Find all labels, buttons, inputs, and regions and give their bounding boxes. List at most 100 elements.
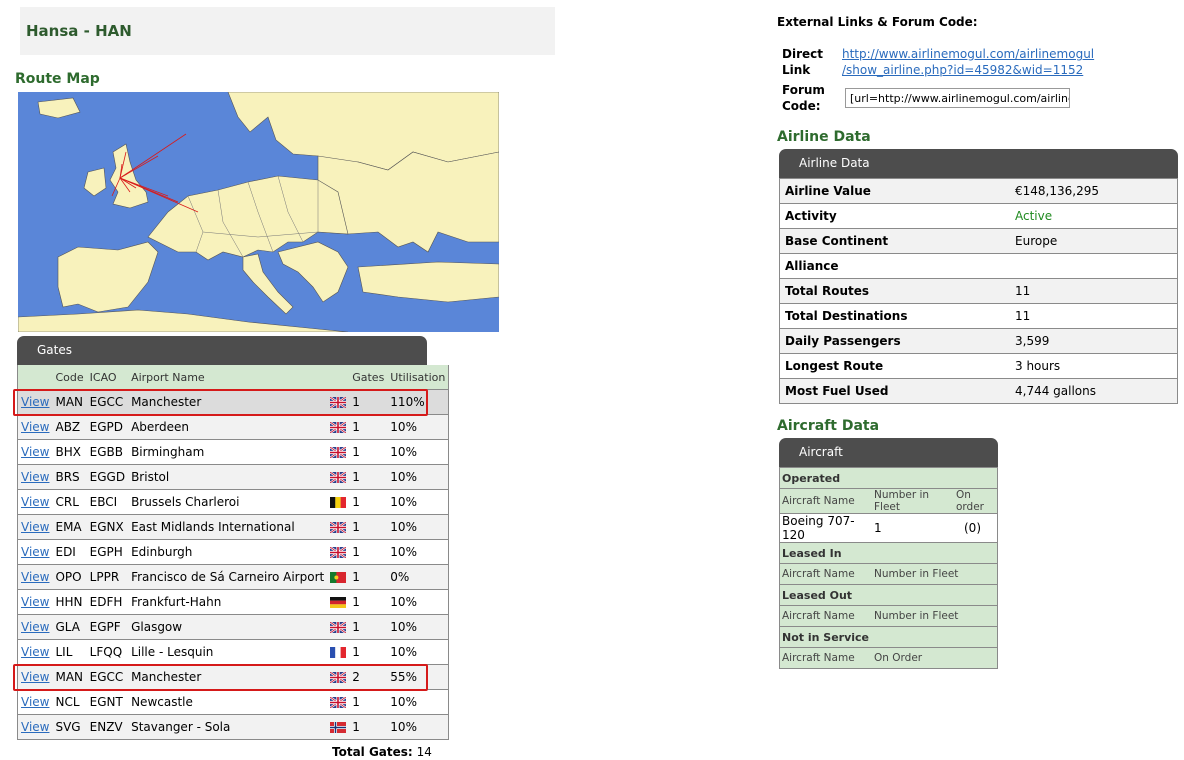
- leased-out-label: Leased Out: [779, 584, 998, 606]
- view-link[interactable]: View: [21, 620, 49, 634]
- gate-code: OPO: [52, 564, 87, 590]
- gate-flag-cell: [327, 689, 350, 715]
- gate-icao: EGBB: [86, 439, 129, 465]
- view-link[interactable]: View: [21, 445, 49, 459]
- gate-view-cell[interactable]: View: [17, 514, 53, 540]
- leased-in-label: Leased In: [779, 542, 998, 564]
- airline-data-table: Airline Value €148,136,295 Activity Active B…: [779, 178, 1178, 404]
- view-link[interactable]: View: [21, 470, 49, 484]
- airline-data-heading: Airline Data: [777, 129, 871, 145]
- forum-code-label-line1: Forum: [782, 83, 825, 97]
- view-link[interactable]: View: [21, 645, 49, 659]
- gate-icao: EGGD: [86, 464, 129, 490]
- direct-link-url-line1[interactable]: http://www.airlinemogul.com/airlinemogul: [842, 47, 1094, 61]
- airline-data-label: Alliance: [779, 253, 1010, 279]
- gate-code: BHX: [52, 439, 87, 465]
- gate-view-cell[interactable]: View: [17, 589, 53, 615]
- gate-view-cell[interactable]: View: [17, 414, 53, 440]
- gate-utilisation: 10%: [387, 539, 449, 565]
- gate-view-cell[interactable]: View: [17, 489, 53, 515]
- gate-count: 1: [349, 639, 388, 665]
- gate-icao: LFQQ: [86, 639, 129, 665]
- gate-airport-name: Lille - Lesquin: [128, 639, 328, 665]
- view-link[interactable]: View: [21, 720, 49, 734]
- gate-view-cell[interactable]: View: [17, 714, 53, 740]
- operated-columns: Aircraft Name Number in Fleet On order: [779, 488, 998, 514]
- gate-row: View EDI EGPH Edinburgh 1 10%: [17, 539, 449, 565]
- airline-data-panel: Airline Data Airline Value €148,136,295 Ac…: [779, 149, 1178, 404]
- airline-data-value: 11: [1010, 278, 1178, 304]
- airline-data-value: [1010, 253, 1178, 279]
- gate-airport-name: East Midlands International: [128, 514, 328, 540]
- gate-utilisation: 10%: [387, 464, 449, 490]
- gate-view-cell[interactable]: View: [17, 564, 53, 590]
- view-link[interactable]: View: [21, 520, 49, 534]
- gate-flag-cell: [327, 414, 350, 440]
- gate-view-cell[interactable]: View: [17, 689, 53, 715]
- view-link[interactable]: View: [21, 570, 49, 584]
- direct-link[interactable]: http://www.airlinemogul.com/airlinemogul…: [842, 46, 1094, 78]
- forum-code-field[interactable]: [url=http://www.airlinemogul.com/airline…: [845, 88, 1070, 108]
- gate-count: 1: [349, 514, 388, 540]
- airline-data-row: Total Routes 11: [779, 278, 1178, 304]
- page-title: Hansa - HAN: [26, 22, 132, 40]
- gate-view-cell[interactable]: View: [17, 464, 53, 490]
- gate-view-cell[interactable]: View: [17, 639, 53, 665]
- uk-flag-icon: [329, 546, 347, 559]
- highlight-box-row-12: [13, 664, 428, 691]
- gate-airport-name: Brussels Charleroi: [128, 489, 328, 515]
- aircraft-panel-header: Aircraft: [779, 438, 998, 467]
- airline-data-row: Activity Active: [779, 203, 1178, 229]
- col-flag: [327, 365, 350, 390]
- gate-row: View BHX EGBB Birmingham 1 10%: [17, 439, 449, 465]
- airline-data-row: Most Fuel Used 4,744 gallons: [779, 378, 1178, 404]
- li-col-fleet: Number in Fleet: [872, 563, 998, 585]
- gate-code: NCL: [52, 689, 87, 715]
- route-map: [18, 92, 499, 332]
- gate-row: View SVG ENZV Stavanger - Sola 1 10%: [17, 714, 449, 740]
- airline-data-value: 4,744 gallons: [1010, 378, 1178, 404]
- gate-count: 1: [349, 564, 388, 590]
- gate-airport-name: Stavanger - Sola: [128, 714, 328, 740]
- direct-link-url-line2[interactable]: /show_airline.php?id=45982&wid=1152: [842, 63, 1083, 77]
- nis-col-order: On Order: [872, 647, 998, 669]
- gate-airport-name: Francisco de Sá Carneiro Airport: [128, 564, 328, 590]
- view-link[interactable]: View: [21, 495, 49, 509]
- airline-title-box: Hansa - HAN: [20, 7, 555, 55]
- forum-code-label: Forum Code:: [782, 82, 825, 114]
- gate-icao: LPPR: [86, 564, 129, 590]
- gate-row: View HHN EDFH Frankfurt-Hahn 1 10%: [17, 589, 449, 615]
- gate-icao: EGNX: [86, 514, 129, 540]
- gate-utilisation: 10%: [387, 439, 449, 465]
- gate-utilisation: 10%: [387, 639, 449, 665]
- gate-count: 1: [349, 414, 388, 440]
- gate-icao: EGPF: [86, 614, 129, 640]
- gate-utilisation: 10%: [387, 489, 449, 515]
- lo-col-name: Aircraft Name: [779, 605, 872, 627]
- airline-data-row: Longest Route 3 hours: [779, 353, 1178, 379]
- operated-section: Operated: [779, 467, 998, 489]
- gate-icao: EDFH: [86, 589, 129, 615]
- operated-aircraft-row: Boeing 707-120 1 (0): [779, 513, 998, 543]
- li-col-name: Aircraft Name: [779, 563, 872, 585]
- gate-count: 1: [349, 714, 388, 740]
- view-link[interactable]: View: [21, 595, 49, 609]
- gate-view-cell[interactable]: View: [17, 439, 53, 465]
- norway-flag-icon: [330, 722, 347, 733]
- col-code: Code: [52, 365, 87, 390]
- total-gates: Total Gates: 14: [332, 745, 432, 759]
- leased-in-section: Leased In: [779, 542, 998, 564]
- france-flag-icon: [330, 646, 347, 659]
- view-link[interactable]: View: [21, 695, 49, 709]
- view-link[interactable]: View: [21, 420, 49, 434]
- gate-row: View OPO LPPR Francisco de Sá Carneiro Airp…: [17, 564, 449, 590]
- gate-utilisation: 10%: [387, 514, 449, 540]
- gate-view-cell[interactable]: View: [17, 614, 53, 640]
- view-link[interactable]: View: [21, 545, 49, 559]
- gate-view-cell[interactable]: View: [17, 539, 53, 565]
- gate-flag-cell: [327, 439, 350, 465]
- gate-flag-cell: [327, 539, 350, 565]
- gate-flag-cell: [327, 714, 350, 740]
- gate-flag-cell: [327, 589, 350, 615]
- airline-data-label: Total Routes: [779, 278, 1010, 304]
